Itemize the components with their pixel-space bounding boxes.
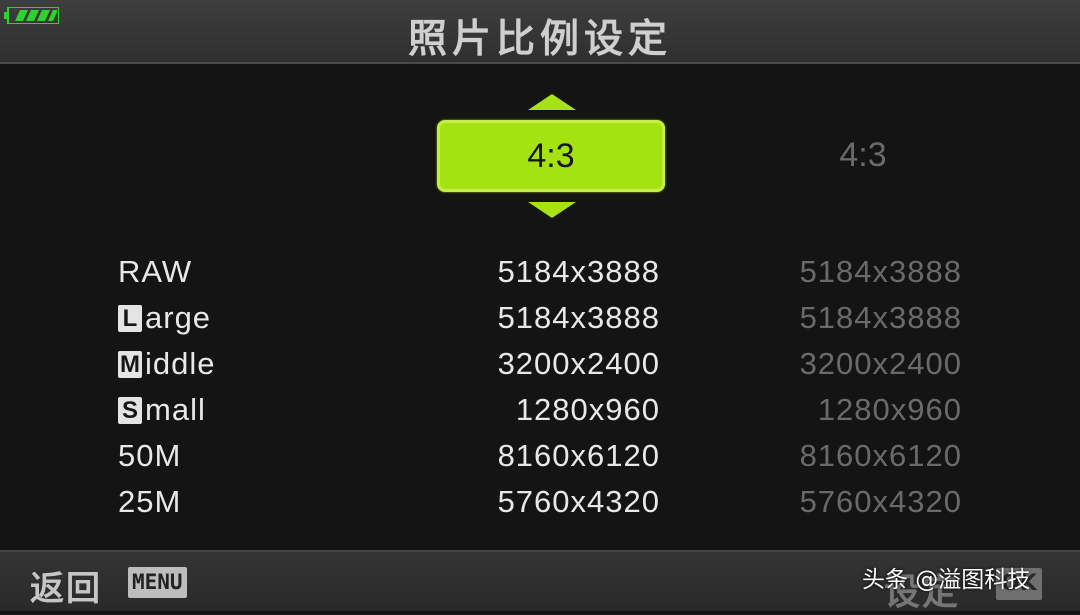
size-label: RAW <box>118 254 193 289</box>
size-value-alt: 1280x960 <box>817 392 962 427</box>
size-label: Small <box>118 392 206 428</box>
aspect-ratio-selector[interactable]: 4:3 <box>437 120 665 192</box>
size-row-raw: RAW 5184x3888 5184x3888 <box>0 254 1080 300</box>
size-value-alt: 5184x3888 <box>799 254 962 289</box>
size-value: 8160x6120 <box>497 438 660 473</box>
menu-button[interactable]: MENU <box>128 567 187 598</box>
size-row-middle: Middle 3200x2400 3200x2400 <box>0 346 1080 392</box>
size-label: Middle <box>118 346 216 381</box>
arrow-down-icon[interactable] <box>528 202 576 218</box>
size-value: 3200x2400 <box>497 346 660 381</box>
size-row-large: Large 5184x3888 5184x3888 <box>0 300 1080 346</box>
back-label[interactable]: 返回 <box>30 561 102 610</box>
size-value-alt: 5760x4320 <box>799 484 962 519</box>
aspect-ratio-value: 4:3 <box>527 136 575 175</box>
small-size-icon: S <box>118 396 142 424</box>
size-row-25m: 25M 5760x4320 5760x4320 <box>0 484 1080 530</box>
size-label: 50M <box>118 438 182 473</box>
size-value-alt: 8160x6120 <box>799 438 962 473</box>
alt-aspect-ratio: 4:3 <box>839 136 887 174</box>
size-row-50m: 50M 8160x6120 8160x6120 <box>0 438 1080 484</box>
size-row-small: Small 1280x960 1280x960 <box>0 392 1080 438</box>
size-value-alt: 3200x2400 <box>799 346 962 381</box>
arrow-up-icon[interactable] <box>528 94 576 110</box>
large-size-icon: L <box>118 304 142 332</box>
size-value: 5184x3888 <box>497 254 660 289</box>
size-value: 1280x960 <box>515 392 660 427</box>
page-title: 照片比例设定 <box>407 17 672 62</box>
size-value: 5760x4320 <box>497 484 660 519</box>
size-value-alt: 5184x3888 <box>799 300 962 335</box>
middle-size-icon: M <box>118 350 142 378</box>
size-label: 25M <box>118 484 182 519</box>
size-value: 5184x3888 <box>497 300 660 335</box>
size-label: Large <box>118 300 211 336</box>
title-bar: 照片比例设定 <box>0 0 1080 64</box>
watermark: 头条 @溢图科技 <box>862 567 1031 593</box>
